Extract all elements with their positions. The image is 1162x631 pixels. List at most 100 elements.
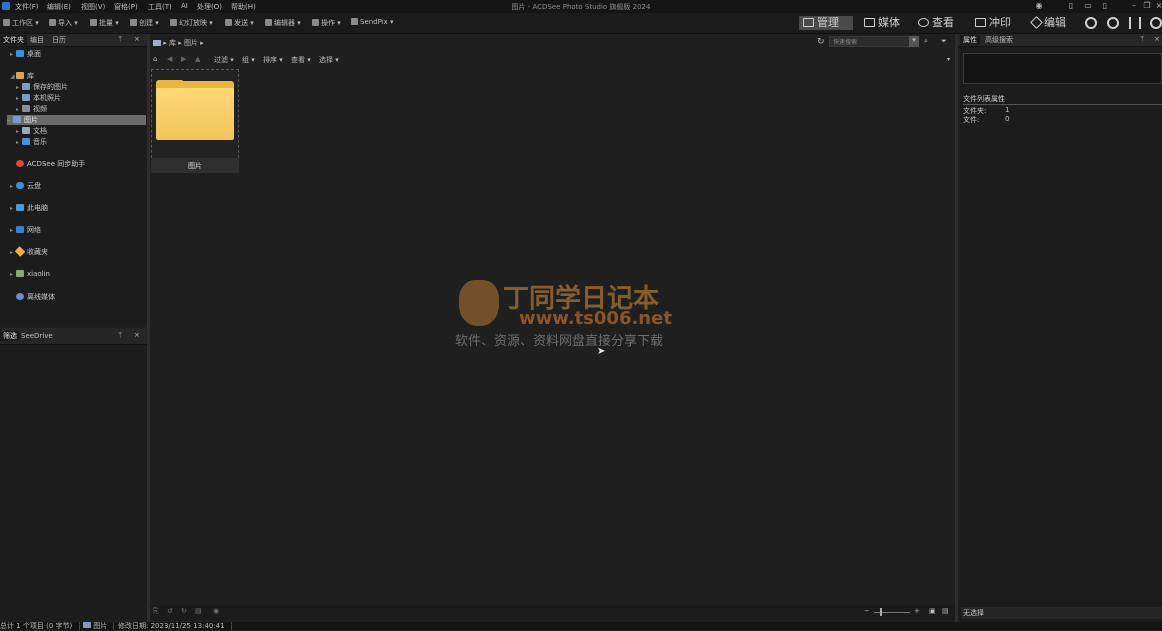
import-button[interactable]: 导入 ▾ xyxy=(49,18,78,28)
editor-button[interactable]: 编辑器 ▾ xyxy=(265,18,301,28)
refresh-icon[interactable]: ↻ xyxy=(817,37,825,47)
filter-icon[interactable]: ⏷ xyxy=(941,37,947,46)
zoom-out-icon[interactable]: − xyxy=(864,607,870,615)
create-icon xyxy=(130,19,137,26)
send-button[interactable]: 发送 ▾ xyxy=(225,18,254,28)
tree-camera-roll[interactable]: ▸ 本机照片 xyxy=(16,93,61,103)
menu-view[interactable]: 视图(V) xyxy=(81,2,105,12)
tree-this-pc[interactable]: ▸ 此电脑 xyxy=(10,203,48,213)
copy-icon[interactable]: ⎘ xyxy=(153,607,159,616)
thumbnail-view-icon[interactable]: ▣ xyxy=(929,607,936,615)
create-button[interactable]: 创建 ▾ xyxy=(130,18,159,28)
breadcrumb-library[interactable]: 库 xyxy=(169,39,176,47)
tree-saved-pictures[interactable]: ▸ 保存的图片 xyxy=(16,82,68,92)
expand-icon[interactable]: ▾ xyxy=(947,56,950,63)
stats-icon[interactable] xyxy=(1129,17,1141,29)
dashboard-icon[interactable] xyxy=(1085,17,1097,29)
rotate-right-icon[interactable]: ↻ xyxy=(181,607,187,615)
actions-icon xyxy=(312,19,319,26)
close-icon[interactable]: × xyxy=(1154,35,1160,43)
menu-pane[interactable]: 窗格(P) xyxy=(114,2,138,12)
account-icon[interactable]: ◉ xyxy=(1034,1,1044,11)
close-icon[interactable]: × xyxy=(134,331,140,339)
sort-dropdown[interactable]: 排序 ▾ xyxy=(263,55,283,65)
search-input[interactable]: 快速搜索 xyxy=(829,36,919,47)
tree-desktop[interactable]: ▸ 桌面 xyxy=(10,49,41,59)
pin-icon[interactable]: ᛘ xyxy=(118,35,122,43)
mode-view-button[interactable]: 查看 xyxy=(918,16,954,30)
pin-icon[interactable]: ᛘ xyxy=(118,331,122,339)
delete-icon[interactable]: ▤ xyxy=(195,607,202,615)
mode-media-button[interactable]: 媒体 xyxy=(864,16,900,30)
breadcrumb: ▸ 库 ▸ 图片 ▸ xyxy=(153,38,204,48)
menu-edit[interactable]: 编辑(E) xyxy=(47,2,71,12)
zoom-in-icon[interactable]: + xyxy=(914,607,920,615)
tree-network[interactable]: ▸ 网络 xyxy=(10,225,41,235)
tab-seedrive[interactable]: SeeDrive xyxy=(18,331,56,341)
pin-icon[interactable]: ᛘ xyxy=(1140,35,1144,43)
365-icon[interactable] xyxy=(1107,17,1119,29)
menu-file[interactable]: 文件(F) xyxy=(15,2,39,12)
tree-offline-media[interactable]: 离线媒体 xyxy=(10,292,55,302)
tree-acdsee-sync[interactable]: ACDSee 同步助手 xyxy=(10,159,85,169)
menu-help[interactable]: 帮助(H) xyxy=(231,2,256,12)
properties-panel-header: 属性 高级搜索 ᛘ × xyxy=(958,34,1162,47)
tree-videos[interactable]: ▸ 视频 xyxy=(16,104,47,114)
slideshow-button[interactable]: 幻灯放映 ▾ xyxy=(170,18,213,28)
mode-manage-button[interactable]: 管理 xyxy=(799,16,853,30)
overflow-icon[interactable] xyxy=(1150,17,1162,29)
tree-pictures[interactable]: ▸ 图片 xyxy=(7,115,146,125)
tree-favorites[interactable]: ▸ 收藏夹 xyxy=(10,246,48,257)
tab-advanced-search[interactable]: 高级搜索 xyxy=(982,35,1016,45)
tab-folders[interactable]: 文件夹 xyxy=(0,35,27,45)
zoom-slider-handle[interactable] xyxy=(880,608,882,616)
tab-properties[interactable]: 属性 xyxy=(960,35,980,45)
actions-button[interactable]: 操作 ▾ xyxy=(312,18,341,28)
forward-icon[interactable]: ▶ xyxy=(181,55,186,63)
breadcrumb-pictures[interactable]: 图片 xyxy=(184,39,198,47)
left-splitter[interactable] xyxy=(147,34,150,622)
mode-develop-button[interactable]: 冲印 xyxy=(975,16,1011,30)
batch-icon xyxy=(90,19,97,26)
tab-calendar[interactable]: 日历 xyxy=(49,35,69,45)
search-dropdown-icon[interactable]: ▾ xyxy=(909,36,919,47)
tree-documents[interactable]: ▸ 文档 xyxy=(16,126,47,136)
maximize-button[interactable]: ❐ xyxy=(1142,1,1152,11)
workspace-button[interactable]: 工作区 ▾ xyxy=(3,18,39,28)
rotate-left-icon[interactable]: ↺ xyxy=(167,607,173,615)
back-icon[interactable]: ◀ xyxy=(167,55,172,63)
batch-button[interactable]: 批量 ▾ xyxy=(90,18,119,28)
home-icon[interactable]: ⌂ xyxy=(153,55,157,63)
sendpix-button[interactable]: SendPix ▾ xyxy=(351,18,394,26)
slideshow-icon[interactable]: ◉ xyxy=(213,607,219,615)
minimize-button[interactable]: – xyxy=(1129,1,1139,11)
camera-icon xyxy=(22,94,30,101)
search-icon[interactable]: ⌕ xyxy=(924,37,928,46)
import-icon xyxy=(49,19,56,26)
tree-library[interactable]: ◢ 库 xyxy=(10,71,34,81)
tree-cloud[interactable]: ▸ 云盘 xyxy=(10,181,41,191)
view-dropdown[interactable]: 查看 ▾ xyxy=(291,55,311,65)
up-icon[interactable]: ▲ xyxy=(195,55,200,63)
select-dropdown[interactable]: 选择 ▾ xyxy=(319,55,339,65)
layout-bottom-icon[interactable]: ▭ xyxy=(1083,1,1093,11)
tab-catalog[interactable]: 编目 xyxy=(27,35,47,45)
watermark-subtitle: 软件、资源、资料网盘直接分享下载 xyxy=(455,334,664,349)
layout-left-icon[interactable]: ▯ xyxy=(1066,1,1076,11)
layout-right-icon[interactable]: ▯ xyxy=(1100,1,1110,11)
grid-icon xyxy=(803,18,814,27)
close-icon[interactable]: × xyxy=(134,35,140,43)
star-icon xyxy=(14,246,26,257)
menu-tools[interactable]: 工具(T) xyxy=(148,2,172,12)
mode-edit-button[interactable]: 编辑 xyxy=(1030,16,1066,30)
tree-music[interactable]: ▸ 音乐 xyxy=(16,137,47,147)
filter-dropdown[interactable]: 过滤 ▾ xyxy=(214,55,234,65)
details-view-icon[interactable]: ▤ xyxy=(942,607,949,615)
close-button[interactable]: × xyxy=(1154,1,1162,11)
slideshow-icon xyxy=(170,19,177,26)
menu-ai[interactable]: AI xyxy=(181,2,188,10)
tab-filter[interactable]: 筛选 xyxy=(0,331,20,341)
tree-user[interactable]: ▸ xiaolin xyxy=(10,269,50,279)
group-dropdown[interactable]: 组 ▾ xyxy=(242,55,255,65)
menu-process[interactable]: 处理(O) xyxy=(197,2,222,12)
